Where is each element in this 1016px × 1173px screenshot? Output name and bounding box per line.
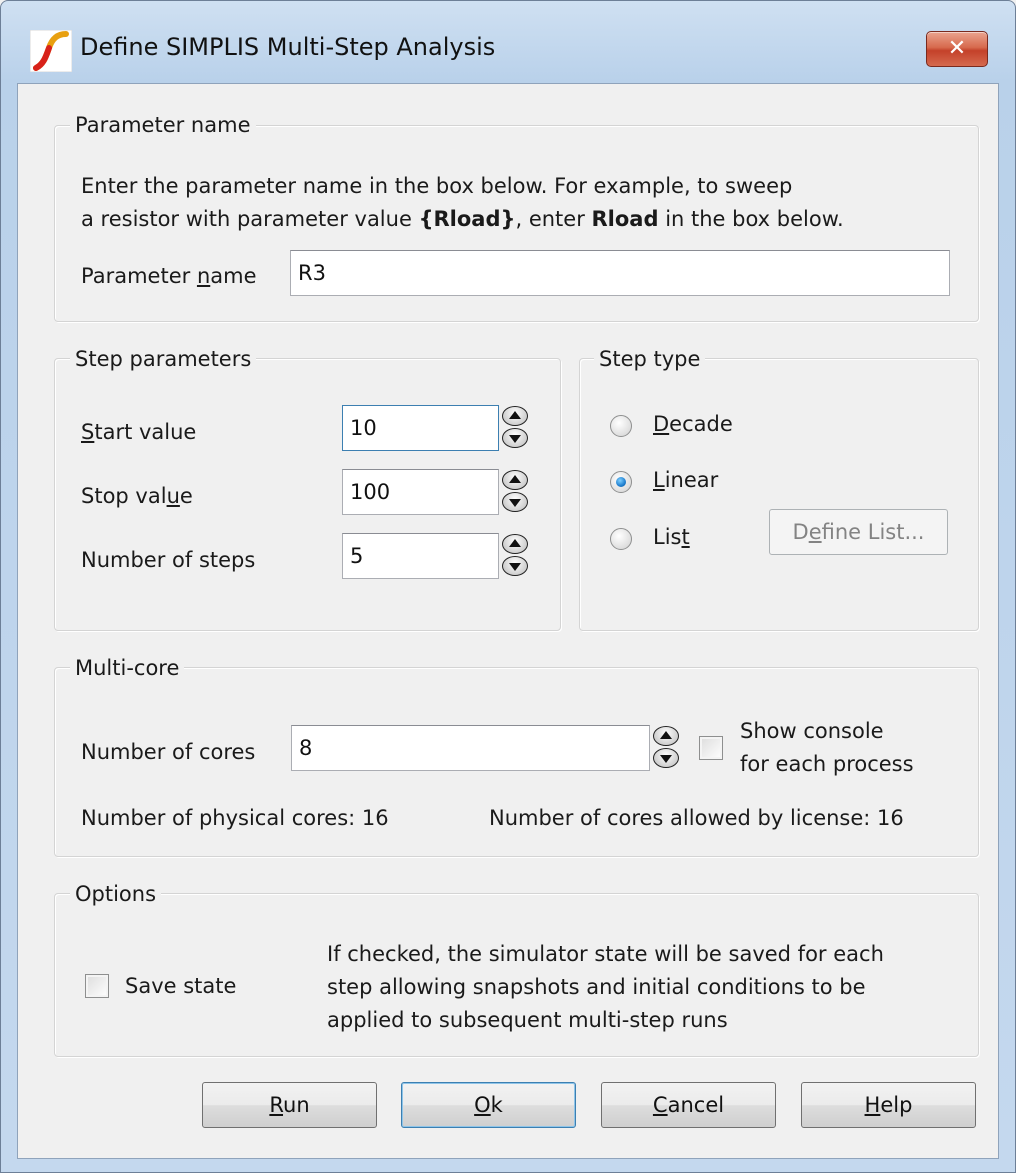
spin-up-icon[interactable] (502, 406, 528, 426)
save-state-description-line1: If checked, the simulator state will be … (327, 942, 884, 966)
spin-down-icon[interactable] (653, 748, 679, 768)
spin-down-icon[interactable] (502, 492, 528, 512)
number-of-steps-label: Number of steps (81, 548, 256, 572)
close-button[interactable]: ✕ (926, 31, 988, 67)
number-of-cores-label: Number of cores (81, 740, 256, 764)
stop-value-spinner[interactable] (500, 469, 530, 513)
number-of-cores-spinner[interactable] (651, 725, 681, 769)
parameter-name-input[interactable] (290, 250, 950, 296)
show-console-label-line1[interactable]: Show console (740, 719, 884, 743)
parameter-instructions-line2: a resistor with parameter value {Rload},… (81, 207, 844, 231)
options-legend: Options (70, 882, 162, 906)
rload-text: Rload (591, 207, 659, 231)
rload-braced-text: {Rload} (418, 207, 516, 231)
parameter-name-legend: Parameter name (70, 113, 256, 137)
spin-up-icon[interactable] (502, 470, 528, 490)
cancel-button[interactable]: Cancel (601, 1082, 776, 1128)
list-label[interactable]: List (653, 525, 690, 549)
stop-value-input[interactable] (342, 469, 499, 515)
define-list-button[interactable]: Define List... (769, 509, 948, 555)
spin-up-icon[interactable] (502, 534, 528, 554)
save-state-description-line2: step allowing snapshots and initial cond… (327, 975, 866, 999)
start-value-label: Start value (81, 420, 197, 444)
number-of-steps-input[interactable] (342, 533, 499, 579)
spin-down-icon[interactable] (502, 428, 528, 448)
run-button[interactable]: Run (202, 1082, 377, 1128)
decade-label[interactable]: Decade (653, 412, 733, 436)
show-console-checkbox[interactable] (699, 736, 723, 760)
step-type-legend: Step type (594, 347, 706, 371)
spin-down-icon[interactable] (502, 556, 528, 576)
physical-cores-text: Number of physical cores: 16 (81, 806, 389, 830)
save-state-checkbox[interactable] (85, 974, 109, 998)
decade-radio[interactable] (610, 415, 632, 437)
linear-label[interactable]: Linear (653, 468, 718, 492)
start-value-spinner[interactable] (500, 405, 530, 449)
ok-button[interactable]: Ok (401, 1082, 576, 1128)
save-state-description-line3: applied to subsequent multi-step runs (327, 1008, 728, 1032)
help-button[interactable]: Help (801, 1082, 976, 1128)
list-radio[interactable] (610, 528, 632, 550)
step-parameters-legend: Step parameters (70, 347, 257, 371)
number-of-cores-input[interactable] (291, 725, 650, 771)
number-of-steps-spinner[interactable] (500, 533, 530, 577)
show-console-label-line2[interactable]: for each process (740, 752, 914, 776)
license-cores-text: Number of cores allowed by license: 16 (489, 806, 904, 830)
save-state-label[interactable]: Save state (125, 974, 236, 998)
window-title: Define SIMPLIS Multi-Step Analysis (80, 33, 496, 61)
spin-up-icon[interactable] (653, 726, 679, 746)
stop-value-label: Stop value (81, 484, 193, 508)
close-icon[interactable]: ✕ (948, 36, 966, 61)
start-value-input[interactable] (342, 405, 499, 451)
step-type-group (579, 358, 979, 631)
simplis-logo-icon (29, 29, 73, 73)
parameter-instructions-line1: Enter the parameter name in the box belo… (81, 174, 793, 198)
linear-radio[interactable] (610, 471, 632, 493)
parameter-name-label: Parameter name (81, 264, 257, 288)
multi-core-legend: Multi-core (70, 656, 185, 680)
